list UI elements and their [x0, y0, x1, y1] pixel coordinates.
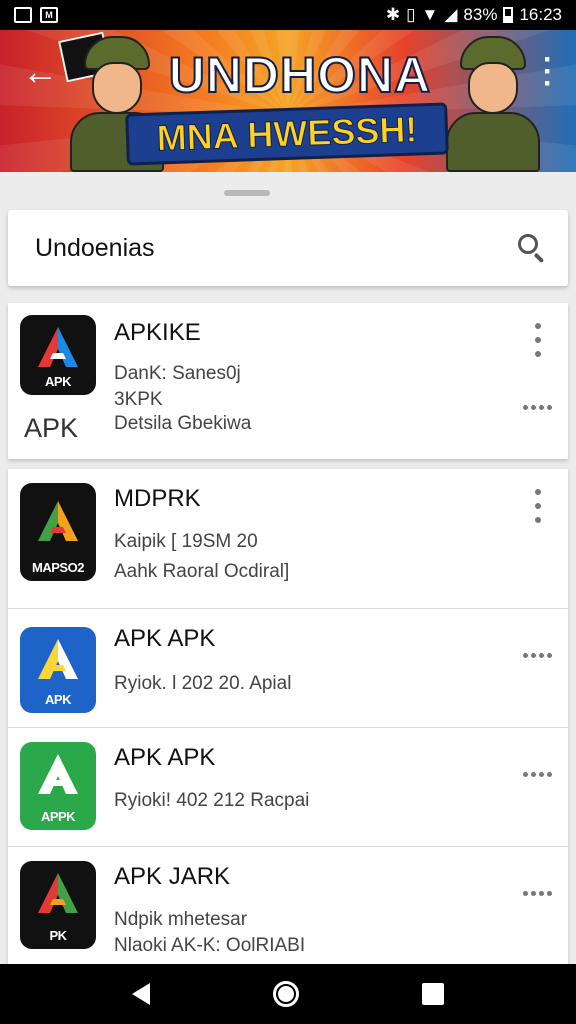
app-icon-label: PK [49, 928, 67, 943]
app-icon: PK [20, 861, 96, 949]
app-detail: Kaipik [ 19SM 20 [114, 531, 258, 552]
more-options-icon[interactable] [532, 489, 544, 523]
image-notification-icon [14, 7, 32, 23]
navigation-bar [0, 964, 576, 1024]
banner-title: UNDHONA [168, 46, 432, 104]
app-icon: APK [20, 627, 96, 713]
more-horizontal-icon[interactable] [523, 405, 552, 410]
more-horizontal-icon[interactable] [523, 891, 552, 896]
wifi-icon: ▼ [421, 5, 439, 24]
app-name: APKIKE [114, 319, 201, 346]
nav-back-icon[interactable] [131, 983, 150, 1005]
app-list-item[interactable]: APPK APK APK Ryioki! 402 212 Racpai [8, 728, 568, 846]
app-detail: Detsila Gbekiwa [114, 413, 252, 434]
clock: 16:23 [519, 5, 562, 24]
app-list-item[interactable]: APK APK APK Ryiok. l 202 20. Apial [8, 609, 568, 727]
app-icon-label: APK [45, 692, 71, 707]
app-detail: Nlaoki AK-K: OolRIABI [114, 935, 306, 956]
system-indicators: ✱ ▯ ▼ ◢ 83% 16:23 [386, 5, 562, 25]
overflow-menu-icon[interactable]: · · · [538, 45, 558, 99]
app-name: APK APK [114, 744, 216, 771]
gmail-icon: M [40, 7, 58, 23]
search-input[interactable]: Undoenias [8, 210, 568, 286]
bluetooth-icon: ✱ [385, 5, 401, 24]
app-detail: Ryioki! 402 212 Racpai [114, 790, 310, 811]
sheet-drag-handle[interactable] [224, 190, 270, 196]
app-name: MDPRK [114, 485, 201, 512]
app-list-item[interactable]: MAPSO2 MDPRK Kaipik [ 19SM 20 Aahk Raora… [8, 469, 568, 607]
app-detail: Ryiok. l 202 20. Apial [114, 673, 292, 694]
apk-logo-icon [38, 754, 78, 794]
app-detail: DanK: Sanes0j [114, 363, 241, 384]
app-name: APK JARK [114, 863, 231, 890]
signal-icon: ◢ [444, 5, 458, 24]
app-detail: Aahk Raoral Ocdiral] [114, 561, 290, 582]
nav-home-icon[interactable] [272, 981, 299, 1007]
app-detail: Ndpik mhetesar [114, 909, 248, 930]
app-name: APK APK [114, 625, 216, 652]
search-query: Undoenias [35, 234, 155, 262]
app-detail: 3KPK [114, 389, 163, 410]
more-horizontal-icon[interactable] [523, 772, 552, 777]
app-icon-label: MAPSO2 [32, 560, 84, 575]
apk-tag: APK [24, 413, 79, 443]
apk-logo-icon [38, 873, 78, 913]
back-arrow-icon[interactable]: ← [20, 52, 60, 92]
apk-logo-icon [38, 639, 78, 679]
app-card: MAPSO2 MDPRK Kaipik [ 19SM 20 Aahk Raora… [8, 469, 568, 965]
more-horizontal-icon[interactable] [523, 653, 552, 658]
app-list-item[interactable]: PK APK JARK Ndpik mhetesar Nlaoki AK-K: … [8, 847, 568, 965]
nav-recents-icon[interactable] [422, 983, 445, 1005]
status-bar: M ✱ ▯ ▼ ◢ 83% 16:23 [0, 0, 576, 30]
app-icon: MAPSO2 [20, 483, 96, 581]
app-icon-label: APK [45, 374, 71, 389]
app-icon: APK [20, 315, 96, 395]
app-list-item[interactable]: APK APK APKIKE DanK: Sanes0j 3KPK Detsil… [8, 303, 568, 459]
app-icon-label: APPK [40, 809, 76, 824]
app-icon: APPK [20, 742, 96, 830]
header-banner: UNDHONA MNA HWESSH! ← · · · [0, 30, 576, 172]
apk-logo-icon [38, 327, 78, 367]
apk-logo-icon [38, 501, 78, 541]
battery-percent: 83% [463, 5, 498, 24]
app-card: APK APK APKIKE DanK: Sanes0j 3KPK Detsil… [8, 303, 568, 459]
search-icon[interactable] [516, 232, 546, 264]
more-options-icon[interactable] [532, 323, 544, 357]
cartoon-soldier-right [438, 36, 548, 172]
vibrate-icon: ▯ [406, 5, 416, 24]
notification-icons: M [14, 7, 58, 23]
battery-icon [503, 7, 514, 23]
